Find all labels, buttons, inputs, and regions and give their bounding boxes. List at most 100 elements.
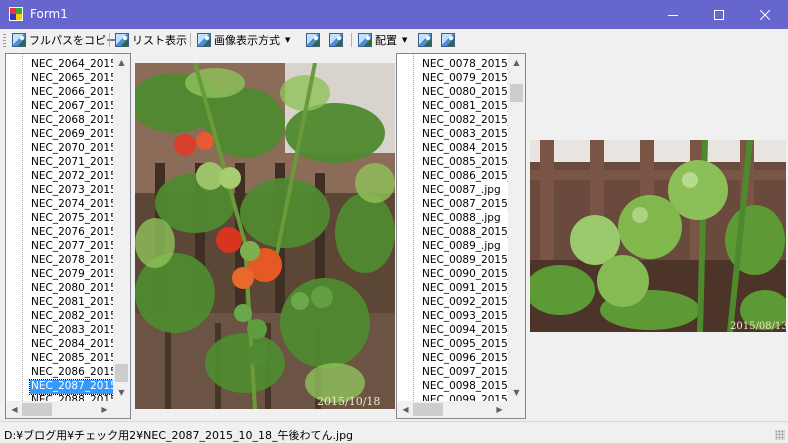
tree-item[interactable]: NEC_2079_2015_ (30, 268, 123, 282)
tree-item[interactable]: NEC_0083_2015_ (421, 128, 514, 142)
toolbar-image-button-2[interactable] (329, 31, 343, 49)
tree-item[interactable]: NEC_2067_2015_ (30, 100, 123, 114)
tree-item[interactable]: NEC_0084_2015_ (421, 142, 514, 156)
tree-item[interactable]: NEC_2064_2015_ (30, 58, 123, 72)
toolbar-separator (190, 33, 191, 47)
image-icon (441, 33, 455, 47)
tree-item[interactable]: NEC_0098_2015_ (421, 380, 514, 394)
tree-item[interactable]: NEC_0097_2015_ (421, 366, 514, 380)
tree-item[interactable]: NEC_0093_2015_ (421, 310, 514, 324)
green-tomatoes-photo: 2015/08/13 (530, 140, 786, 332)
tree-item[interactable]: NEC_2085_2015_ (30, 352, 123, 366)
minimize-icon (668, 14, 678, 16)
image-icon (197, 33, 211, 47)
tree-item[interactable]: NEC_0088_.jpg (421, 212, 502, 226)
right-horizontal-scrollbar[interactable]: ◀ ▶ (397, 401, 508, 418)
tree-item[interactable]: NEC_2081_2015_ (30, 296, 123, 310)
tree-item[interactable]: NEC_2086_2015_ (30, 366, 123, 380)
image-icon (306, 33, 320, 47)
toolbar-separator (351, 33, 352, 47)
status-bar: D:¥ブログ用¥チェック用2¥NEC_2087_2015_10_18_午後わてん… (0, 421, 788, 443)
tree-item[interactable]: NEC_0080_2015_ (421, 86, 514, 100)
tree-item[interactable]: NEC_0086_2015_ (421, 170, 514, 184)
left-photo-view[interactable]: 2015/10/18 (135, 63, 395, 409)
tree-item[interactable]: NEC_0089_.jpg (421, 240, 502, 254)
scroll-right-arrow-icon[interactable]: ▶ (96, 401, 113, 418)
tree-item[interactable]: NEC_0094_2015_ (421, 324, 514, 338)
toolbar-grip[interactable] (3, 34, 6, 47)
copy-fullpath-label: フルパスをコピー (29, 34, 117, 47)
tree-item[interactable]: NEC_2083_2015_ (30, 324, 123, 338)
close-icon (760, 9, 770, 20)
tree-item[interactable]: NEC_2068_2015_ (30, 114, 123, 128)
right-horizontal-scroll-thumb[interactable] (413, 403, 443, 416)
tree-item[interactable]: NEC_0089_2015_ (421, 254, 514, 268)
toolbar-image-button-1[interactable] (306, 31, 320, 49)
right-vertical-scrollbar[interactable]: ▲ ▼ (508, 54, 525, 401)
layout-dropdown[interactable]: 配置 ▼ (358, 31, 407, 49)
maximize-button[interactable] (696, 0, 742, 29)
status-path: D:¥ブログ用¥チェック用2¥NEC_2087_2015_10_18_午後わてん… (4, 429, 354, 442)
tree-item[interactable]: NEC_2076_2015_ (30, 226, 123, 240)
scroll-up-arrow-icon[interactable]: ▲ (508, 54, 525, 71)
scroll-left-arrow-icon[interactable]: ◀ (397, 401, 414, 418)
title-bar: Form1 (0, 0, 788, 29)
tree-item[interactable]: NEC_2084_2015_ (30, 338, 123, 352)
left-vertical-scroll-thumb[interactable] (115, 364, 128, 382)
tree-item[interactable]: NEC_2087_2015_ (28, 379, 125, 395)
list-display-button[interactable]: リスト表示 (115, 31, 187, 49)
toolbar: フルパスをコピー リスト表示 画像表示方式 ▼ 配置 ▼ (0, 29, 788, 51)
left-vertical-scrollbar[interactable]: ▲ ▼ (113, 54, 130, 401)
tomato-plant-photo: 2015/10/18 (135, 63, 395, 409)
tree-item[interactable]: NEC_0079_2015_ (421, 72, 514, 86)
scroll-down-arrow-icon[interactable]: ▼ (113, 384, 130, 401)
tree-item[interactable]: NEC_0088_2015_ (421, 226, 514, 240)
tree-item[interactable]: NEC_2082_2015_ (30, 310, 123, 324)
minimize-button[interactable] (650, 0, 696, 29)
left-file-tree[interactable]: NEC_2064_2015_ NEC_2065_2015_ NEC_2066_201… (5, 53, 131, 419)
list-display-label: リスト表示 (132, 34, 187, 47)
scroll-left-arrow-icon[interactable]: ◀ (6, 401, 23, 418)
toolbar-image-button-4[interactable] (441, 31, 455, 49)
scroll-right-arrow-icon[interactable]: ▶ (491, 401, 508, 418)
scroll-up-arrow-icon[interactable]: ▲ (113, 54, 130, 71)
tree-item[interactable]: NEC_0095_2015_ (421, 338, 514, 352)
copy-fullpath-button[interactable]: フルパスをコピー (12, 31, 117, 49)
window-title: Form1 (30, 7, 68, 21)
tree-item[interactable]: NEC_2075_2015_ (30, 212, 123, 226)
right-file-tree[interactable]: NEC_0078_2015_ NEC_0079_2015_ NEC_0080_201… (396, 53, 526, 419)
tree-item[interactable]: NEC_0082_2015_ (421, 114, 514, 128)
tree-item[interactable]: NEC_2074_2015_ (30, 198, 123, 212)
tree-item[interactable]: NEC_2078_2015_ (30, 254, 123, 268)
image-display-mode-dropdown[interactable]: 画像表示方式 ▼ (197, 31, 290, 49)
right-vertical-scroll-thumb[interactable] (510, 84, 523, 102)
tree-item[interactable]: NEC_2073_2015_ (30, 184, 123, 198)
tree-item[interactable]: NEC_0090_2015_ (421, 268, 514, 282)
tree-item[interactable]: NEC_2065_2015_ (30, 72, 123, 86)
tree-item[interactable]: NEC_2066_2015_ (30, 86, 123, 100)
tree-item[interactable]: NEC_0096_2015_ (421, 352, 514, 366)
maximize-icon (714, 9, 724, 20)
right-photo-view[interactable]: 2015/08/13 (530, 140, 786, 332)
tree-item[interactable]: NEC_2080_2015_ (30, 282, 123, 296)
tree-item[interactable]: NEC_0091_2015_ (421, 282, 514, 296)
left-horizontal-scrollbar[interactable]: ◀ ▶ (6, 401, 113, 418)
toolbar-image-button-3[interactable] (418, 31, 432, 49)
tree-item[interactable]: NEC_2071_2015_ (30, 156, 123, 170)
tree-item[interactable]: NEC_0087_.jpg (421, 184, 502, 198)
resize-grip-icon[interactable] (775, 430, 785, 440)
tree-item[interactable]: NEC_0092_2015_ (421, 296, 514, 310)
tree-item[interactable]: NEC_0085_2015_ (421, 156, 514, 170)
close-button[interactable] (742, 0, 788, 29)
left-horizontal-scroll-thumb[interactable] (22, 403, 52, 416)
dropdown-arrow-icon: ▼ (285, 36, 291, 44)
tree-item[interactable]: NEC_2070_2015_ (30, 142, 123, 156)
scroll-down-arrow-icon[interactable]: ▼ (508, 384, 525, 401)
tree-item[interactable]: NEC_0078_2015_ (421, 58, 514, 72)
tree-item[interactable]: NEC_0087_2015_ (421, 198, 514, 212)
tree-item[interactable]: NEC_0081_2015_ (421, 100, 514, 114)
tree-item[interactable]: NEC_2077_2015_ (30, 240, 123, 254)
tree-item[interactable]: NEC_2069_2015_ (30, 128, 123, 142)
tree-item[interactable]: NEC_2072_2015_ (30, 170, 123, 184)
image-display-mode-label: 画像表示方式 (214, 34, 280, 47)
